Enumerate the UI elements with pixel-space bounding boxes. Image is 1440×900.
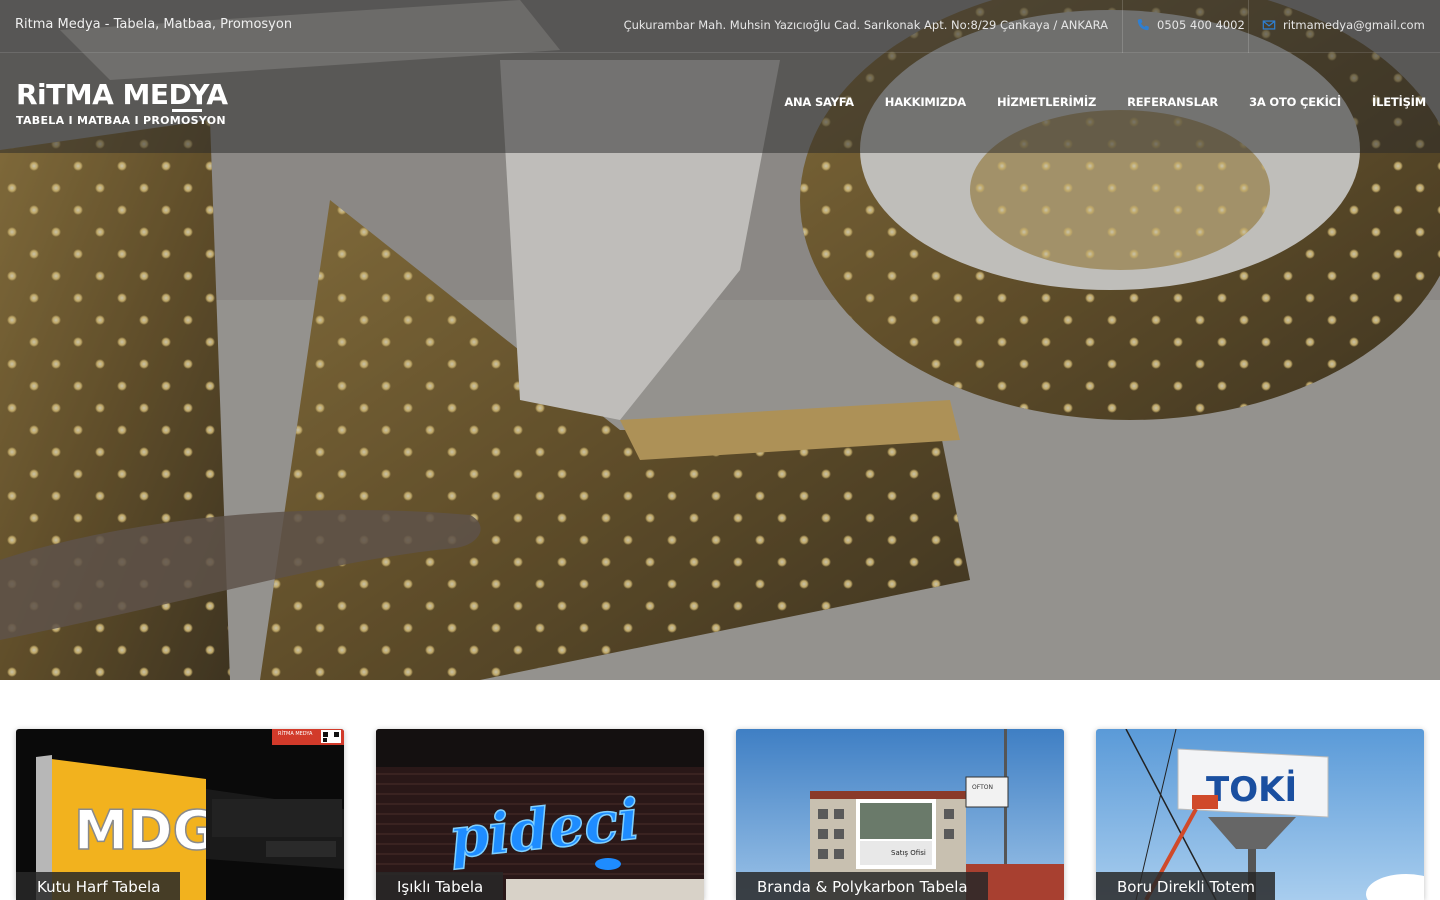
card-image-text: Satış Ofisi [891,849,926,857]
phone-contact[interactable]: 0505 400 4002 [1136,18,1245,32]
service-card-isikli[interactable]: pideci Işıklı Tabela [376,729,704,900]
nav-item-3a-oto-cekici[interactable]: 3A OTO ÇEKİCİ [1249,95,1341,109]
service-cards: RİTMA MEDYA MDG Kutu Harf Tabela pideci [16,729,1424,900]
email-address: ritmamedya@gmail.com [1283,18,1425,32]
nav-item-hizmetlerimiz[interactable]: HİZMETLERİMİZ [997,95,1096,109]
top-bar-divider [1122,0,1123,53]
card-label: Boru Direkli Totem [1096,872,1275,900]
logo-subtitle: TABELA I MATBAA I PROMOSYON [16,114,226,127]
top-bar: Ritma Medya - Tabela, Matbaa, Promosyon … [0,0,1440,53]
logo-brand: RiTMA MEDYA [16,78,228,111]
top-bar-divider [1248,0,1249,53]
logo-underline [172,109,202,112]
service-card-branda[interactable]: Satış Ofisi OFTON Branda & Polykarbon Ta… [736,729,1064,900]
nav-item-referanslar[interactable]: REFERANSLAR [1127,95,1218,109]
service-card-totem[interactable]: TOKİ Boru Direkli Totem [1096,729,1424,900]
phone-icon [1137,19,1149,31]
nav-item-ana-sayfa[interactable]: ANA SAYFA [784,95,854,109]
nav-item-hakkimizda[interactable]: HAKKIMIZDA [885,95,966,109]
site-tagline: Ritma Medya - Tabela, Matbaa, Promosyon [15,17,293,32]
service-card-kutu-harf[interactable]: RİTMA MEDYA MDG Kutu Harf Tabela [16,729,344,900]
main-nav: ANA SAYFA HAKKIMIZDA HİZMETLERİMİZ REFER… [784,95,1426,109]
card-label: Işıklı Tabela [376,872,504,900]
email-contact[interactable]: ritmamedya@gmail.com [1262,18,1425,32]
envelope-icon [1262,20,1276,30]
nav-item-iletisim[interactable]: İLETİŞİM [1372,95,1426,109]
card-image-text: MDG [74,799,217,862]
card-label: Kutu Harf Tabela [16,872,181,900]
site-logo[interactable]: RiTMA MEDYA TABELA I MATBAA I PROMOSYON [16,78,228,128]
card-image-text: TOKİ [1206,769,1297,810]
phone-number: 0505 400 4002 [1157,18,1245,32]
main-header: RiTMA MEDYA TABELA I MATBAA I PROMOSYON … [0,53,1440,153]
address-text: Çukurambar Mah. Muhsin Yazıcıoğlu Cad. S… [623,18,1108,32]
card-corner-text: RİTMA MEDYA [278,730,313,737]
card-label: Branda & Polykarbon Tabela [736,872,988,900]
card-sign-text: OFTON [972,784,993,791]
